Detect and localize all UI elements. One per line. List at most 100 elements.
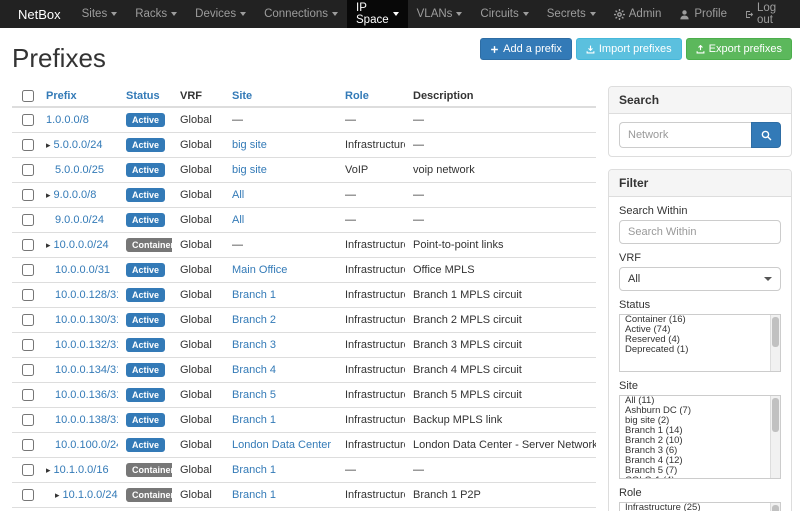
status-listbox[interactable]: Container (16) Active (74) Reserved (4) … bbox=[619, 314, 781, 372]
nav-item-connections[interactable]: Connections bbox=[255, 0, 347, 28]
row-checkbox[interactable] bbox=[22, 339, 34, 351]
site-option[interactable]: Branch 3 (6) bbox=[620, 446, 780, 456]
row-checkbox[interactable] bbox=[22, 389, 34, 401]
prefix-link[interactable]: 5.0.0.0/25 bbox=[55, 164, 104, 176]
site-option[interactable]: big site (2) bbox=[620, 416, 780, 426]
site-option[interactable]: Branch 4 (12) bbox=[620, 456, 780, 466]
row-checkbox[interactable] bbox=[22, 214, 34, 226]
nav-logout[interactable]: Log out bbox=[736, 0, 794, 28]
nav-admin[interactable]: Admin bbox=[605, 0, 671, 28]
search-within-input[interactable] bbox=[619, 220, 781, 244]
prefix-link[interactable]: 10.0.0.134/31 bbox=[55, 364, 118, 376]
row-checkbox[interactable] bbox=[22, 439, 34, 451]
site-link[interactable]: Branch 1 bbox=[232, 489, 276, 501]
site-option[interactable]: Branch 1 (14) bbox=[620, 426, 780, 436]
prefix-link[interactable]: 10.0.100.0/24 bbox=[55, 439, 118, 451]
role-option[interactable]: Infrastructure (25) bbox=[620, 503, 780, 511]
site-link[interactable]: Branch 1 bbox=[232, 414, 276, 426]
prefix-link[interactable]: 10.0.0.0/24 bbox=[54, 239, 109, 251]
export-prefixes-button[interactable]: Export prefixes bbox=[686, 38, 792, 60]
site-option[interactable]: All (11) bbox=[620, 396, 780, 406]
nav-item-secrets[interactable]: Secrets bbox=[538, 0, 605, 28]
prefix-link[interactable]: 10.0.0.0/31 bbox=[55, 264, 110, 276]
site-option[interactable]: Branch 2 (10) bbox=[620, 436, 780, 446]
status-badge: Active bbox=[126, 338, 165, 352]
column-header-prefix[interactable]: Prefix bbox=[46, 90, 77, 102]
row-checkbox[interactable] bbox=[22, 414, 34, 426]
row-checkbox[interactable] bbox=[22, 314, 34, 326]
nav-item-racks[interactable]: Racks bbox=[126, 0, 186, 28]
site-link[interactable]: Branch 4 bbox=[232, 364, 276, 376]
prefix-link[interactable]: 10.1.0.0/24 bbox=[63, 489, 118, 501]
row-checkbox[interactable] bbox=[22, 114, 34, 126]
search-button[interactable] bbox=[751, 122, 781, 148]
nav-item-sites[interactable]: Sites bbox=[73, 0, 127, 28]
role-listbox[interactable]: Infrastructure (25) Management (8) Priva… bbox=[619, 502, 781, 511]
site-link[interactable]: big site bbox=[232, 164, 267, 176]
prefix-link[interactable]: 10.0.0.128/31 bbox=[55, 289, 118, 301]
nav-item-label: IP Space bbox=[356, 2, 389, 26]
row-checkbox[interactable] bbox=[22, 264, 34, 276]
nav-profile[interactable]: Profile bbox=[670, 0, 736, 28]
site-link[interactable]: Branch 2 bbox=[232, 314, 276, 326]
prefix-link[interactable]: 10.1.0.0/16 bbox=[54, 464, 109, 476]
search-within-label: Search Within bbox=[619, 205, 781, 217]
select-all-checkbox[interactable] bbox=[22, 90, 34, 102]
site-link[interactable]: Branch 3 bbox=[232, 339, 276, 351]
scrollbar-thumb[interactable] bbox=[772, 317, 779, 347]
table-row: ▸10.1.0.0/25 Active Global Branch 1 — — bbox=[12, 508, 596, 511]
scrollbar-thumb[interactable] bbox=[772, 505, 779, 511]
status-option[interactable]: Deprecated (1) bbox=[620, 345, 780, 355]
site-link[interactable]: Branch 5 bbox=[232, 389, 276, 401]
import-prefixes-button[interactable]: Import prefixes bbox=[576, 38, 682, 60]
column-header-role[interactable]: Role bbox=[345, 90, 369, 102]
row-checkbox[interactable] bbox=[22, 364, 34, 376]
brand-netbox[interactable]: NetBox bbox=[6, 0, 73, 28]
search-panel-header: Search bbox=[609, 87, 791, 114]
site-link[interactable]: All bbox=[232, 189, 244, 201]
nav-item-ip-space[interactable]: IP Space bbox=[347, 0, 408, 28]
search-input[interactable] bbox=[619, 122, 751, 148]
row-checkbox[interactable] bbox=[22, 239, 34, 251]
row-checkbox[interactable] bbox=[22, 164, 34, 176]
row-checkbox[interactable] bbox=[22, 489, 34, 501]
site-link[interactable]: London Data Center bbox=[232, 439, 331, 451]
role-cell: — bbox=[337, 458, 405, 483]
column-header-status[interactable]: Status bbox=[126, 90, 160, 102]
site-option[interactable]: Ashburn DC (7) bbox=[620, 406, 780, 416]
prefix-link[interactable]: 1.0.0.0/8 bbox=[46, 114, 89, 126]
description-cell: Branch 3 MPLS circuit bbox=[405, 333, 596, 358]
row-checkbox[interactable] bbox=[22, 139, 34, 151]
status-option[interactable]: Active (74) bbox=[620, 325, 780, 335]
status-option[interactable]: Container (16) bbox=[620, 315, 780, 325]
site-link[interactable]: Main Office bbox=[232, 264, 287, 276]
site-link[interactable]: Branch 1 bbox=[232, 464, 276, 476]
prefix-link[interactable]: 9.0.0.0/8 bbox=[54, 189, 97, 201]
site-option[interactable]: COLO-1 (4) bbox=[620, 476, 780, 479]
site-option[interactable]: Branch 5 (7) bbox=[620, 466, 780, 476]
nav-item-vlans[interactable]: VLANs bbox=[408, 0, 472, 28]
add-prefix-button[interactable]: Add a prefix bbox=[480, 38, 572, 60]
column-header-site[interactable]: Site bbox=[232, 90, 252, 102]
row-checkbox[interactable] bbox=[22, 189, 34, 201]
vrf-select[interactable]: All bbox=[619, 267, 781, 291]
site-link[interactable]: Branch 1 bbox=[232, 289, 276, 301]
site-link[interactable]: All bbox=[232, 214, 244, 226]
table-row: 5.0.0.0/25 Active Global big site VoIP v… bbox=[12, 158, 596, 183]
prefix-link[interactable]: 10.0.0.136/31 bbox=[55, 389, 118, 401]
prefix-link[interactable]: 5.0.0.0/24 bbox=[54, 139, 103, 151]
nav-item-circuits[interactable]: Circuits bbox=[471, 0, 537, 28]
description-cell: — bbox=[405, 133, 596, 158]
prefix-link[interactable]: 10.0.0.132/31 bbox=[55, 339, 118, 351]
status-option[interactable]: Reserved (4) bbox=[620, 335, 780, 345]
nav-item-devices[interactable]: Devices bbox=[186, 0, 255, 28]
scrollbar-thumb[interactable] bbox=[772, 398, 779, 432]
site-listbox[interactable]: All (11) Ashburn DC (7) big site (2) Bra… bbox=[619, 395, 781, 479]
site-link[interactable]: big site bbox=[232, 139, 267, 151]
scrollbar-track bbox=[770, 315, 780, 371]
prefix-link[interactable]: 10.0.0.138/31 bbox=[55, 414, 118, 426]
row-checkbox[interactable] bbox=[22, 464, 34, 476]
row-checkbox[interactable] bbox=[22, 289, 34, 301]
prefix-link[interactable]: 9.0.0.0/24 bbox=[55, 214, 104, 226]
prefix-link[interactable]: 10.0.0.130/31 bbox=[55, 314, 118, 326]
